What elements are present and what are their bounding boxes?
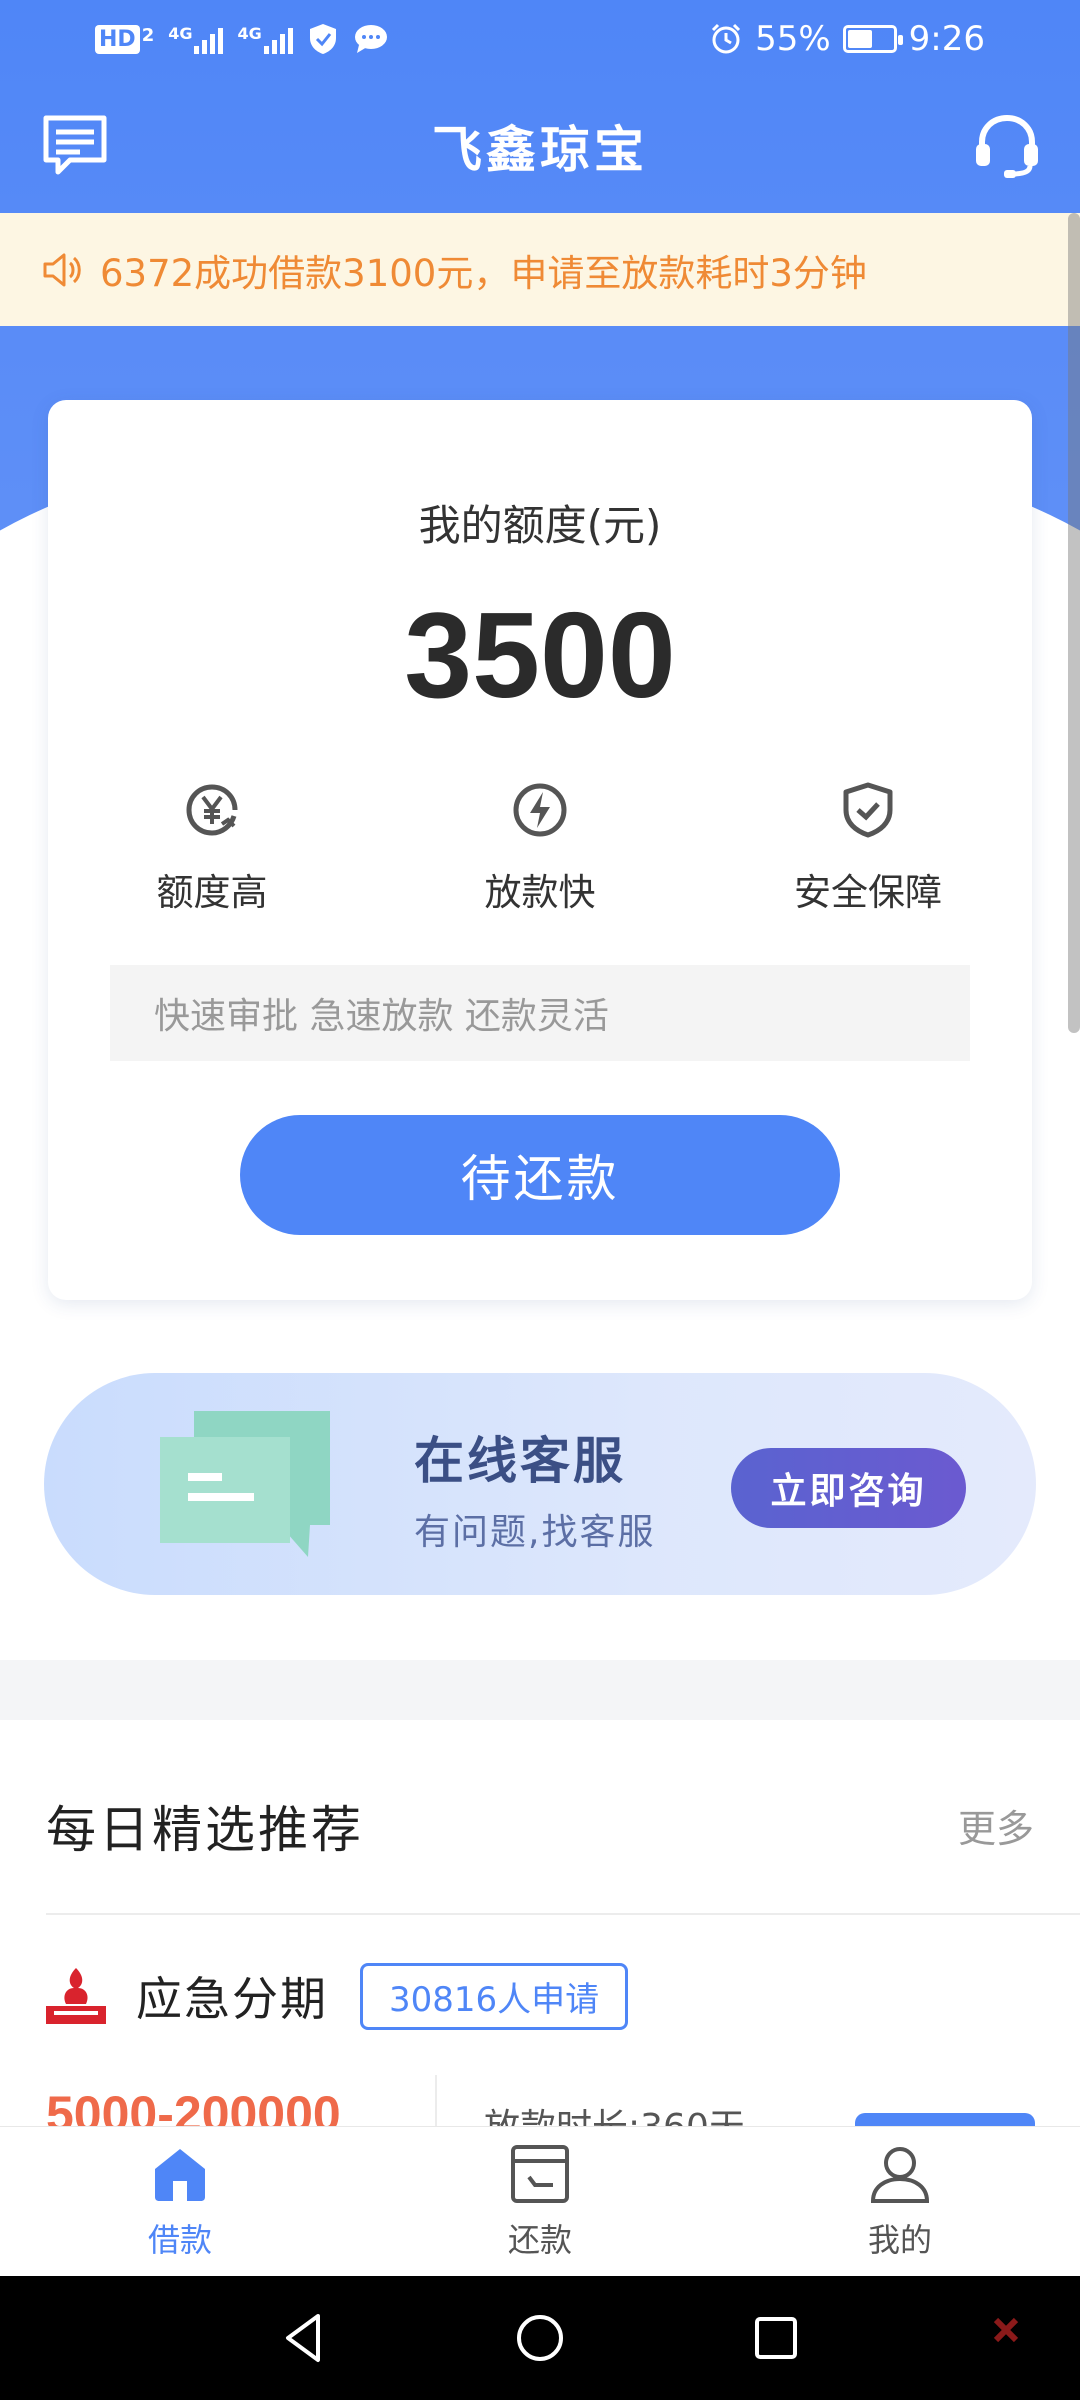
product-header[interactable]: 应急分期 30816人申请 <box>46 1958 1036 2034</box>
home-circle-icon[interactable] <box>512 2310 568 2366</box>
notice-text: 6372成功借款3100元，申请至放款耗时3分钟 <box>100 251 867 295</box>
status-left: HD 2 4G 4G <box>95 22 389 56</box>
chat-bubble-icon <box>354 25 387 53</box>
notice-bar: 6372成功借款3100元，申请至放款耗时3分钟 <box>0 213 1080 326</box>
feature-label: 额度高 <box>156 871 268 914</box>
more-link[interactable]: 更多 <box>958 1798 1034 1853</box>
recent-apps-icon[interactable] <box>748 2310 804 2366</box>
consult-now-button[interactable]: 立即咨询 <box>731 1448 966 1528</box>
signal-1: 4G <box>168 24 224 54</box>
status-right: 55% 9:26 <box>709 19 985 59</box>
nav-item-repay[interactable]: 还款 <box>360 2127 720 2276</box>
product-logo-icon <box>46 1968 106 2024</box>
credit-card: 我的额度(元) 3500 额度高 放款快 安全保障 快速审批 急速放款 还款灵活… <box>48 400 1032 1300</box>
product-name: 应急分期 <box>136 1972 328 2026</box>
battery-percent: 55% <box>755 19 831 59</box>
scrollbar[interactable] <box>1068 213 1080 1033</box>
network-type-2: 4G <box>237 24 262 43</box>
credit-label: 我的额度(元) <box>418 501 662 550</box>
hd-badge: HD <box>95 24 140 54</box>
shield-check-icon <box>843 782 893 838</box>
shield-status-icon <box>309 24 336 54</box>
signal-2: 4G <box>237 24 293 54</box>
nav-item-borrow[interactable]: 借款 <box>0 2127 360 2276</box>
divider <box>46 1913 1080 1915</box>
clock-time: 9:26 <box>908 19 985 59</box>
online-service-banner[interactable]: 在线客服 有问题,找客服 立即咨询 <box>44 1373 1036 1595</box>
repay-card-icon <box>511 2144 569 2203</box>
message-list-icon[interactable] <box>40 110 110 180</box>
lightning-icon <box>513 783 567 837</box>
app-screen: HD 2 4G 4G 55% 9:26 飞鑫琼宝 6372成功借款3100元，申… <box>0 0 1080 2400</box>
feature-security: 安全保障 <box>704 780 1032 916</box>
section-title: 每日精选推荐 <box>46 1801 364 1859</box>
user-icon <box>870 2146 930 2203</box>
battery-icon <box>842 25 903 53</box>
network-type-1: 4G <box>168 24 193 43</box>
chat-illustration-icon <box>160 1411 330 1557</box>
watermark <box>992 2316 1020 2344</box>
feature-label: 放款快 <box>484 871 596 914</box>
app-title: 飞鑫琼宝 <box>432 120 648 179</box>
credit-amount: 3500 <box>404 587 676 723</box>
hd-indicator: HD 2 <box>95 24 155 54</box>
customer-service-headset-icon[interactable] <box>972 110 1042 180</box>
nav-label: 我的 <box>867 2220 932 2259</box>
feature-high-limit: 额度高 <box>48 780 376 916</box>
applicants-badge: 30816人申请 <box>360 1962 629 2030</box>
nav-label: 借款 <box>147 2220 212 2259</box>
section-divider <box>0 1660 1080 1720</box>
status-bar: HD 2 4G 4G 55% 9:26 <box>0 0 1080 78</box>
alarm-icon <box>712 23 741 54</box>
feature-list: 额度高 放款快 安全保障 <box>48 780 1032 916</box>
yen-coin-icon <box>186 784 238 836</box>
battery-fill <box>847 30 872 48</box>
back-icon[interactable] <box>276 2310 332 2366</box>
speaker-icon <box>43 253 81 286</box>
signal-bars-icon <box>263 24 293 54</box>
nav-item-mine[interactable]: 我的 <box>720 2127 1080 2276</box>
watermark-logo-icon <box>993 2317 1019 2343</box>
feature-label: 安全保障 <box>794 871 942 914</box>
slogan: 快速审批 急速放款 还款灵活 <box>110 965 970 1061</box>
nav-label: 还款 <box>507 2220 572 2259</box>
sim-index: 2 <box>141 24 155 46</box>
service-title: 在线客服 <box>414 1432 626 1490</box>
bottom-nav: 借款 还款 我的 <box>0 2126 1080 2276</box>
signal-bars-icon <box>194 24 224 54</box>
system-nav-bar <box>0 2276 1080 2400</box>
app-header: 飞鑫琼宝 <box>0 78 1080 213</box>
pending-repayment-button[interactable]: 待还款 <box>240 1115 840 1235</box>
home-icon <box>155 2148 205 2201</box>
feature-fast-loan: 放款快 <box>376 780 704 916</box>
service-subtitle: 有问题,找客服 <box>414 1512 656 1553</box>
